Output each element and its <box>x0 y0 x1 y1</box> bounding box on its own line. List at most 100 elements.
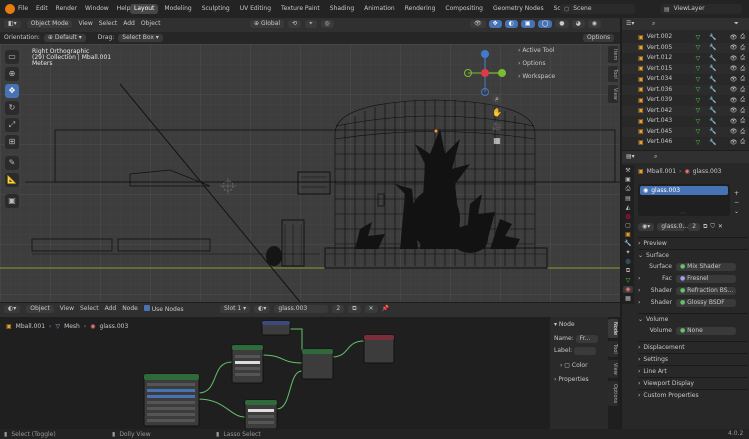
node-editor-canvas[interactable]: ▣ Mball.001 › ▽ Mesh › ◉ glass.003 ▾ Nod… <box>0 317 620 429</box>
texture-tab-icon[interactable]: ▦ <box>623 295 633 302</box>
node-tab-view[interactable]: View <box>608 359 618 378</box>
workspace-tab-geometry-nodes[interactable]: Geometry Nodes <box>489 4 548 14</box>
render-camera-icon[interactable]: ⎙ <box>740 54 745 62</box>
node-menu-view[interactable]: View <box>60 306 74 312</box>
scene-tab-icon[interactable]: ◭ <box>623 204 633 211</box>
rotate-tool-icon[interactable]: ↻ <box>5 101 19 115</box>
workspace-tab-modeling[interactable]: Modeling <box>160 4 195 14</box>
drag-dropdown[interactable]: Select Box ▾ <box>118 34 163 42</box>
pan-hand-icon[interactable]: ✋ <box>492 108 502 118</box>
slot-dropdown[interactable]: Slot 1 ▾ <box>220 305 251 313</box>
visibility-eye-icon[interactable]: 👁 <box>730 55 738 62</box>
viewport-tab-item[interactable]: Item <box>608 46 618 64</box>
outliner-row[interactable]: ▣ Vert.039 ▽ 🔧 👁 ⎙ <box>622 95 749 106</box>
viewport-tab-view[interactable]: View <box>608 85 618 103</box>
outliner-row[interactable]: ▣ Vert.045 ▽ 🔧 👁 ⎙ <box>622 126 749 137</box>
ortho-grid-icon[interactable]: ▦ <box>492 136 502 146</box>
material-datablock-users[interactable]: 2 <box>688 222 701 231</box>
outliner-filter-icon[interactable]: ⏷ <box>734 21 739 27</box>
properties-editor-icon[interactable]: ▤▾ <box>626 154 635 160</box>
node-tab-node[interactable]: Node <box>608 319 618 339</box>
overlay-icon[interactable]: ◐ <box>504 20 518 28</box>
outliner-editor-icon[interactable]: ☰▾ <box>626 21 634 27</box>
fac-input-field[interactable]: ● Fresnel <box>676 275 736 283</box>
duplicate-material-icon[interactable]: ⧉ <box>703 223 707 230</box>
volume-shader-field[interactable]: ● None <box>676 327 736 335</box>
shading-wireframe-icon[interactable]: ◯ <box>537 20 553 28</box>
workspace-tab-layout[interactable]: Layout <box>130 4 159 14</box>
displacement-panel-header[interactable]: › Displacement <box>638 341 748 353</box>
visibility-icon[interactable]: 👁 <box>470 20 486 28</box>
world-tab-icon[interactable]: ◍ <box>623 213 633 220</box>
collection-tab-icon[interactable]: ▢ <box>623 222 633 229</box>
visibility-eye-icon[interactable]: 👁 <box>730 86 738 93</box>
workspace-tab-texture-paint[interactable]: Texture Paint <box>277 4 324 14</box>
annotate-tool-icon[interactable]: ✎ <box>5 156 19 170</box>
node-name-field[interactable]: Fr... <box>575 335 598 343</box>
outliner-row[interactable]: ▣ Vert.036 ▽ 🔧 👁 ⎙ <box>622 84 749 95</box>
mode-dropdown[interactable]: Object Mode <box>26 20 73 28</box>
node-tab-tool[interactable]: Tool <box>608 341 618 357</box>
outliner-row[interactable]: ▣ Vert.043 ▽ 🔧 👁 ⎙ <box>622 116 749 127</box>
active-tool-panel[interactable]: › Active Tool <box>518 48 555 54</box>
cursor-tool-icon[interactable]: ⊕ <box>5 67 19 81</box>
viewport-display-panel-header[interactable]: › Viewport Display <box>638 377 748 389</box>
data-tab-icon[interactable]: ▽ <box>623 277 633 284</box>
unlink-material-icon[interactable]: ✕ <box>364 305 378 313</box>
material-users-count[interactable]: 2 <box>332 305 345 313</box>
visibility-eye-icon[interactable]: 👁 <box>730 107 738 114</box>
editor-type-button[interactable]: ◧▾ <box>4 20 21 28</box>
line-art-panel-header[interactable]: › Line Art <box>638 365 748 377</box>
workspace-tab-compositing[interactable]: Compositing <box>441 4 487 14</box>
render-camera-icon[interactable]: ⎙ <box>740 96 745 104</box>
navigation-gizmo[interactable] <box>460 48 510 98</box>
3d-viewport[interactable]: Right Orthographic (29) Collection | Mba… <box>0 44 620 302</box>
slot-specials-icon[interactable]: ⌄ <box>734 209 739 215</box>
viewport-menu-object[interactable]: Object <box>141 21 161 27</box>
camera-view-icon[interactable]: 🎥 <box>492 122 502 132</box>
constraints-tab-icon[interactable]: ⧉ <box>623 267 633 275</box>
custom-properties-panel-header[interactable]: › Custom Properties <box>638 389 748 401</box>
shading-solid-icon[interactable]: ● <box>555 20 569 28</box>
move-tool-icon[interactable]: ✥ <box>5 84 19 98</box>
pivot-icon[interactable]: ⟲ <box>288 20 302 28</box>
shading-material-icon[interactable]: ◕ <box>571 20 585 28</box>
render-camera-icon[interactable]: ⎙ <box>740 44 745 52</box>
render-camera-icon[interactable]: ⎙ <box>740 128 745 136</box>
render-tab-icon[interactable]: ▣ <box>623 176 633 183</box>
add-slot-icon[interactable]: + <box>734 191 739 197</box>
view-layer-tab-icon[interactable]: ▤ <box>623 195 633 202</box>
scene-selector[interactable]: ⬡ Scene <box>560 4 635 14</box>
shader2-input-field[interactable]: ● Glossy BSDF <box>676 299 736 307</box>
options-panel[interactable]: › Options <box>518 61 555 67</box>
material-slot-item[interactable]: ◉ glass.003 <box>640 186 728 195</box>
viewlayer-selector[interactable]: ▤ ViewLayer <box>660 4 742 14</box>
visibility-eye-icon[interactable]: 👁 <box>730 118 738 125</box>
node-tab-options[interactable]: Options <box>608 380 618 406</box>
viewport-menu-add[interactable]: Add <box>123 21 135 27</box>
pin-icon[interactable]: 📌 <box>382 306 389 312</box>
menu-help[interactable]: Help <box>117 6 131 12</box>
outliner-row[interactable]: ▣ Vert.012 ▽ 🔧 👁 ⎙ <box>622 53 749 64</box>
render-camera-icon[interactable]: ⎙ <box>740 33 745 41</box>
physics-tab-icon[interactable]: ◎ <box>623 258 633 265</box>
node-properties-toggle[interactable]: › Properties <box>554 377 589 383</box>
node-menu-select[interactable]: Select <box>80 306 99 312</box>
fake-user-shield-icon[interactable]: ⛉ <box>710 223 715 230</box>
material-browse-icon[interactable]: ◐▾ <box>254 305 271 313</box>
blender-logo-icon[interactable] <box>5 4 15 14</box>
volume-panel-header[interactable]: ⌄ Volume <box>638 313 748 325</box>
use-nodes-checkbox[interactable]: Use Nodes <box>143 305 184 313</box>
menu-file[interactable]: File <box>18 6 28 12</box>
visibility-eye-icon[interactable]: 👁 <box>730 97 738 104</box>
outliner-row[interactable]: ▣ Vert.015 ▽ 🔧 👁 ⎙ <box>622 63 749 74</box>
node-menu-add[interactable]: Add <box>105 306 117 312</box>
visibility-eye-icon[interactable]: 👁 <box>730 34 738 41</box>
material-browse-button[interactable]: ◉▾ <box>638 222 655 231</box>
shader-type-dropdown[interactable]: Object <box>26 305 54 313</box>
render-camera-icon[interactable]: ⎙ <box>740 107 745 115</box>
menu-render[interactable]: Render <box>56 6 77 12</box>
material-tab-icon[interactable]: ◉ <box>623 286 633 293</box>
select-box-tool-icon[interactable]: ▭ <box>5 50 19 64</box>
node-label-field[interactable] <box>574 347 597 355</box>
